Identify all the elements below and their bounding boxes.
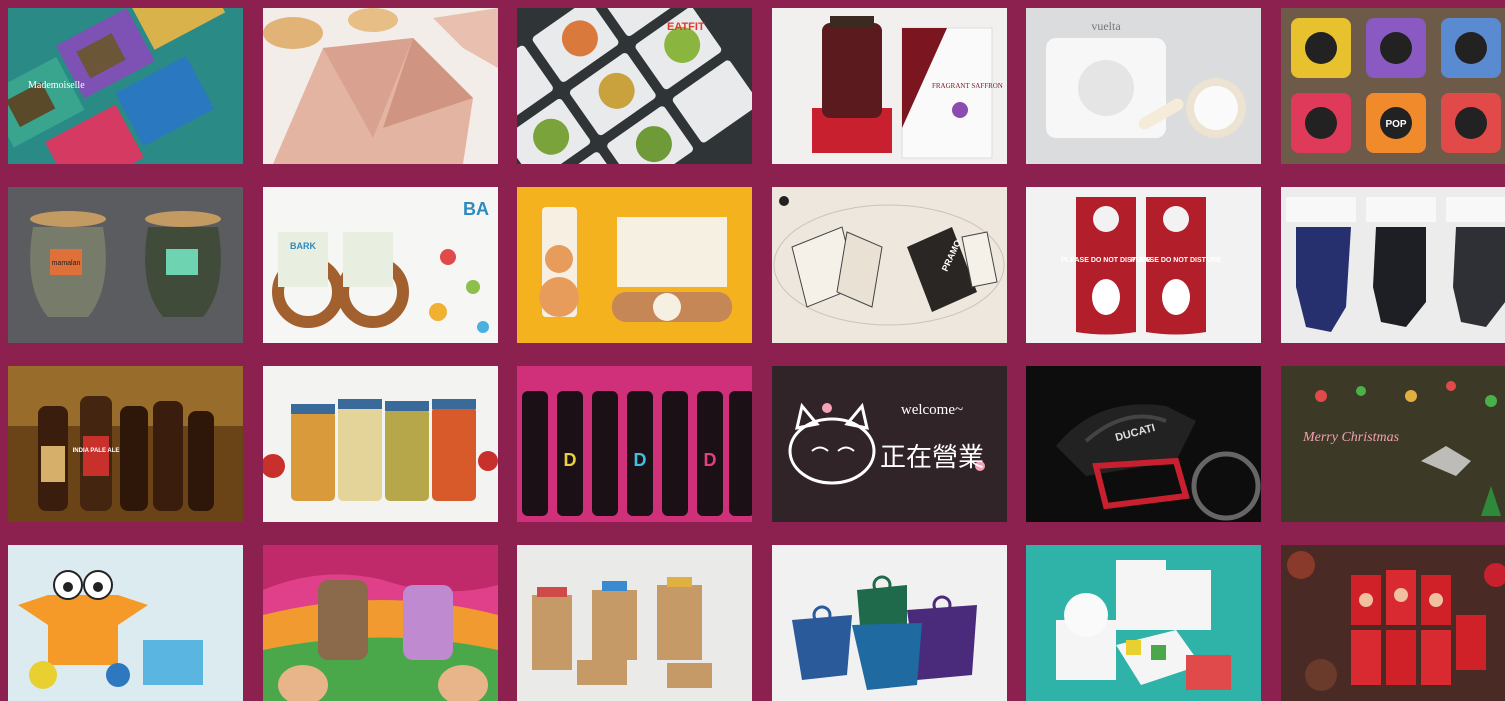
- svg-text:D: D: [704, 450, 717, 470]
- tile-teapack-boxes: Mademoiselle: [8, 8, 243, 164]
- tile-text-chinese: 正在營業: [879, 442, 983, 472]
- tile-door-hangers: PLEASE DO NOT DISTURB PLEASE DO NOT DIST…: [1026, 187, 1261, 343]
- tile-pink-folded-box: [262, 8, 498, 164]
- tile-cups-fries: [1026, 545, 1261, 701]
- tile-crab-box: [8, 545, 243, 701]
- tile-ducati-motorcycle: DUCATI: [1026, 366, 1261, 522]
- tile-text: BARK: [290, 241, 316, 251]
- tile-sauce-jars: [262, 366, 498, 522]
- tile-paper-puppets: [262, 545, 498, 701]
- tile-welcome-cat-sign: welcome~ 正在營業: [771, 366, 1007, 522]
- tile-wine-bottles: D D D: [517, 366, 752, 522]
- tile-text: Mademoiselle: [28, 80, 85, 91]
- tile-white-cutout-pack: vuelta: [1026, 8, 1261, 164]
- tile-text: EATFIT: [667, 21, 705, 33]
- svg-text:D: D: [634, 450, 647, 470]
- tile-glove-tags: [1280, 187, 1505, 343]
- tile-text: POP: [1385, 119, 1406, 130]
- tile-kraft-boxes: [517, 545, 752, 701]
- tile-text: welcome~: [900, 402, 962, 418]
- tile-tea-jars: mamalan: [8, 187, 243, 343]
- tile-text: INDIA PALE ALE: [73, 448, 120, 454]
- tile-salad-trays: EATFIT: [517, 8, 752, 164]
- tile-saffron-jar: FRAGRANT SAFFRON: [771, 8, 1007, 164]
- tile-text: vuelta: [1091, 19, 1121, 33]
- tile-red-envelopes: [1280, 545, 1505, 701]
- tile-beer-bottles: INDIA PALE ALE: [8, 366, 243, 522]
- tile-text: mamalan: [52, 260, 81, 267]
- photo-grid: Mademoiselle EATFIT FRAGRANT SAFFRON vue…: [8, 8, 1505, 701]
- svg-text:PLEASE DO NOT DISTURB: PLEASE DO NOT DISTURB: [1131, 257, 1221, 264]
- tile-christmas-window: Merry Christmas: [1280, 366, 1505, 522]
- tile-popcorn-cups: POP: [1280, 8, 1505, 164]
- tile-yellow-bone-pack: [517, 187, 752, 343]
- svg-text:BA: BA: [463, 199, 489, 219]
- tile-text: Merry Christmas: [1301, 430, 1399, 445]
- tile-pretzel-pack: BARK BA: [262, 187, 498, 343]
- tile-text: D: [564, 450, 577, 470]
- tile-text: FRAGRANT SAFFRON: [932, 82, 1003, 90]
- tile-cup-boxes: [771, 545, 1007, 701]
- tile-hang-tags: PRAMO: [771, 187, 1007, 343]
